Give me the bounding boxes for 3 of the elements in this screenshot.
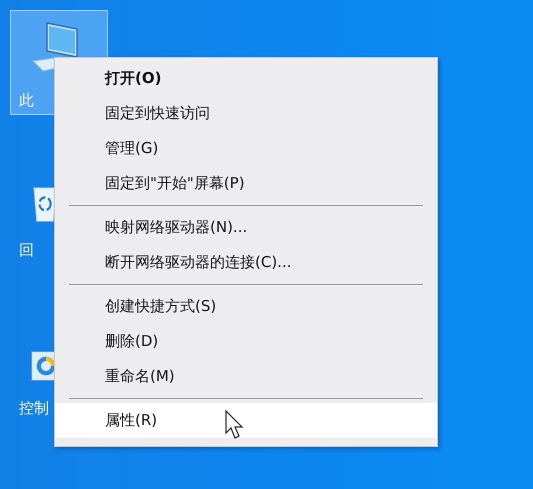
icon-label: 回 [19, 241, 34, 260]
icon-label: 此 [19, 91, 34, 110]
icon-label: 控制 [19, 399, 49, 418]
